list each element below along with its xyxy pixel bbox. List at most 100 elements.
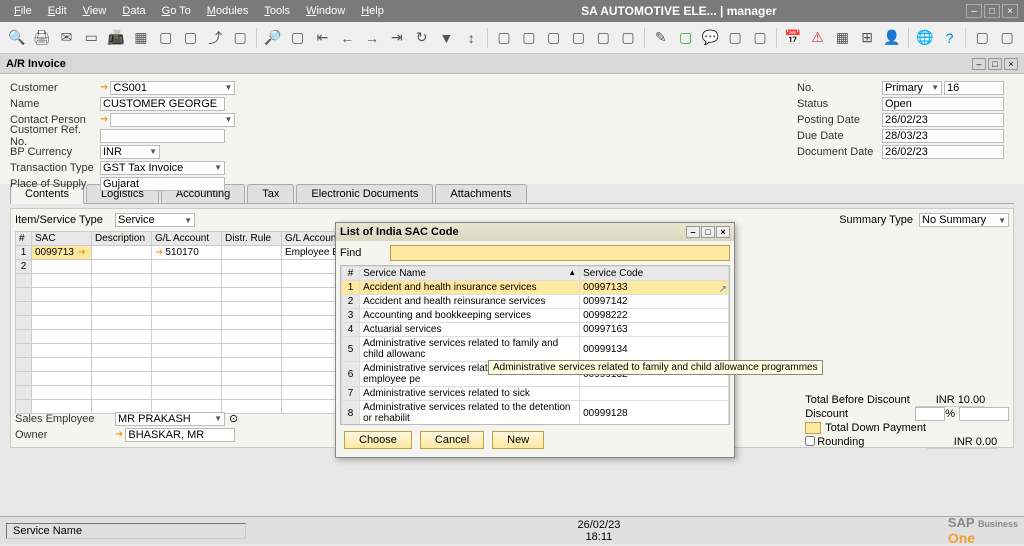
alert-icon[interactable]: ⚠: [807, 27, 829, 49]
tab-electronic-documents[interactable]: Electronic Documents: [296, 184, 433, 203]
filter-icon[interactable]: ▼: [436, 27, 458, 49]
list-item[interactable]: 2Accident and health reinsurance service…: [342, 295, 729, 309]
export-word-icon[interactable]: ▢: [155, 27, 177, 49]
maximize-icon[interactable]: □: [984, 4, 1000, 18]
chevron-down-icon[interactable]: ▼: [214, 163, 222, 172]
doc4-icon[interactable]: ▢: [568, 27, 590, 49]
edit-icon[interactable]: ✎: [650, 27, 672, 49]
menu-tools[interactable]: Tools: [256, 5, 298, 17]
field-select[interactable]: Primary▼: [882, 81, 942, 95]
refresh-icon[interactable]: ↻: [411, 27, 433, 49]
desc-cell[interactable]: [92, 246, 152, 260]
field-input[interactable]: INR▼: [100, 145, 160, 159]
sub-maximize-icon[interactable]: □: [988, 58, 1002, 70]
row-number[interactable]: 1: [16, 246, 32, 260]
distr-cell[interactable]: [222, 260, 282, 274]
menu-view[interactable]: View: [75, 5, 115, 17]
col-service-name[interactable]: Service Name▲: [360, 267, 580, 281]
list-item[interactable]: 8Administrative services related to the …: [342, 401, 729, 426]
column-header[interactable]: G/L Account: [152, 232, 222, 246]
link-arrow-icon[interactable]: ➜: [100, 114, 108, 125]
item-service-select[interactable]: Service▼: [115, 213, 195, 227]
tab-tax[interactable]: Tax: [247, 184, 294, 203]
misc1-icon[interactable]: ▢: [971, 27, 993, 49]
distr-cell[interactable]: [222, 246, 282, 260]
field-input[interactable]: Open: [882, 97, 1004, 111]
copy-icon[interactable]: ▢: [724, 27, 746, 49]
link-arrow-icon[interactable]: ➜: [115, 429, 123, 440]
doc6-icon[interactable]: ▢: [617, 27, 639, 49]
line-items-table[interactable]: #SACDescriptionG/L AccountDistr. RuleG/L…: [15, 231, 382, 414]
sac-list-grid[interactable]: ↗ #Service Name▲Service Code1Accident an…: [340, 265, 730, 425]
email-icon[interactable]: ✉: [56, 27, 78, 49]
dialog-close-icon[interactable]: ×: [716, 226, 730, 238]
column-header[interactable]: Distr. Rule: [222, 232, 282, 246]
export-excel-icon[interactable]: ▦: [130, 27, 152, 49]
list-item[interactable]: 5Administrative services related to fami…: [342, 337, 729, 362]
close-icon[interactable]: ×: [1002, 4, 1018, 18]
column-header[interactable]: #: [16, 232, 32, 246]
first-record-icon[interactable]: ⇤: [312, 27, 334, 49]
link-arrow-icon[interactable]: ➜: [100, 82, 108, 93]
chevron-down-icon[interactable]: ▼: [184, 216, 192, 225]
chevron-down-icon[interactable]: ▼: [224, 115, 232, 124]
rounding-checkbox[interactable]: [805, 436, 815, 446]
tree-icon[interactable]: ⊞: [856, 27, 878, 49]
misc2-icon[interactable]: ▢: [996, 27, 1018, 49]
print-icon[interactable]: 🖨: [31, 27, 53, 49]
chevron-down-icon[interactable]: ▼: [998, 216, 1006, 225]
globe-icon[interactable]: 🌐: [914, 27, 936, 49]
last-record-icon[interactable]: ⇥: [386, 27, 408, 49]
find-icon[interactable]: 🔎: [262, 27, 284, 49]
doc5-icon[interactable]: ▢: [592, 27, 614, 49]
column-header[interactable]: SAC: [32, 232, 92, 246]
dialog-minimize-icon[interactable]: –: [686, 226, 700, 238]
field-input[interactable]: GST Tax Invoice▼: [100, 161, 225, 175]
col-num[interactable]: #: [342, 267, 360, 281]
menu-file[interactable]: File: [6, 5, 40, 17]
tab-attachments[interactable]: Attachments: [435, 184, 526, 203]
gl-cell[interactable]: [152, 260, 222, 274]
summary-type-select[interactable]: No Summary▼: [919, 213, 1009, 227]
sort-icon[interactable]: ↕: [460, 27, 482, 49]
chevron-down-icon[interactable]: ▼: [149, 147, 157, 156]
discount-pct-field[interactable]: [915, 407, 945, 421]
new-doc-icon[interactable]: ▢: [675, 27, 697, 49]
field-input[interactable]: CUSTOMER GEORGE: [100, 97, 225, 111]
field-input[interactable]: [100, 129, 225, 143]
discount-amount-field[interactable]: [959, 407, 1009, 421]
column-header[interactable]: Description: [92, 232, 152, 246]
report-icon[interactable]: ▦: [831, 27, 853, 49]
dialog-maximize-icon[interactable]: □: [701, 226, 715, 238]
sms-icon[interactable]: ▭: [80, 27, 102, 49]
help-icon[interactable]: ?: [939, 27, 961, 49]
menu-goto[interactable]: Go To: [154, 5, 199, 17]
doc2-icon[interactable]: ▢: [518, 27, 540, 49]
add-icon[interactable]: ▢: [287, 27, 309, 49]
list-item[interactable]: 4Actuarial services00997163: [342, 323, 729, 337]
field-input[interactable]: 26/02/23: [882, 113, 1004, 127]
find-input[interactable]: [390, 245, 730, 261]
sales-employee-field[interactable]: MR PRAKASH▼: [115, 412, 225, 426]
sort-asc-icon[interactable]: ▲: [568, 268, 576, 277]
doc1-icon[interactable]: ▢: [493, 27, 515, 49]
chevron-down-icon[interactable]: ▼: [214, 414, 222, 423]
lock-icon[interactable]: ⤴: [204, 27, 226, 49]
export-pdf-icon[interactable]: ▢: [180, 27, 202, 49]
next-record-icon[interactable]: →: [361, 27, 383, 49]
field-input[interactable]: ▼: [110, 113, 235, 127]
choose-button[interactable]: Choose: [344, 431, 412, 449]
desc-cell[interactable]: [92, 260, 152, 274]
chat-icon[interactable]: 💬: [699, 27, 721, 49]
user-icon[interactable]: 👤: [881, 27, 903, 49]
field-input[interactable]: Gujarat: [100, 177, 225, 191]
down-payment-button[interactable]: [805, 422, 821, 434]
field-input[interactable]: 26/02/23: [882, 145, 1004, 159]
minimize-icon[interactable]: –: [966, 4, 982, 18]
menu-edit[interactable]: Edit: [40, 5, 75, 17]
fax-icon[interactable]: 📠: [105, 27, 127, 49]
sales-employee-browse-icon[interactable]: ⊙: [229, 412, 238, 425]
dialog-titlebar[interactable]: List of India SAC Code – □ ×: [336, 223, 734, 241]
col-service-code[interactable]: Service Code: [580, 267, 729, 281]
field-input[interactable]: 28/03/23: [882, 129, 1004, 143]
